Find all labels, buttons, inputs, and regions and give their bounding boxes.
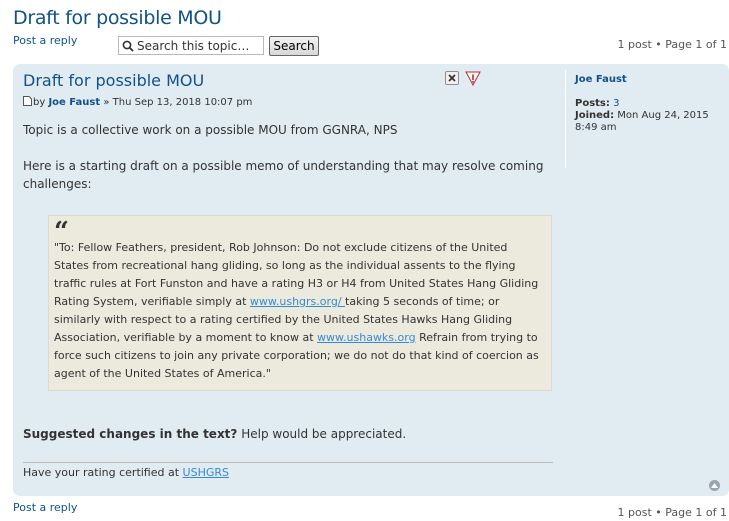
post-closing: Suggested changes in the text? Help woul… (23, 427, 406, 441)
back-to-top-icon (711, 483, 718, 488)
post-buttons (445, 71, 481, 87)
closing-text: Help would be appreciated. (237, 427, 407, 441)
profile-joined: Joined: Mon Aug 24, 2015 8:49 am (575, 110, 715, 134)
pagination-top: 1 post • Page 1 of 1 (0, 38, 729, 51)
post-title[interactable]: Draft for possible MOU (23, 71, 204, 90)
post-meta-by: by (33, 97, 46, 108)
post-icon[interactable] (23, 96, 32, 109)
warning-icon (465, 71, 481, 87)
profile-joined-label: Joined: (575, 110, 615, 121)
delete-button[interactable] (445, 71, 459, 85)
post-paragraph-2: Here is a starting draft on a possible m… (23, 159, 544, 191)
post-paragraph-1: Topic is a collective work on a possible… (23, 123, 398, 137)
quote-mark-icon: “ (54, 217, 69, 247)
profile-posts: Posts: 3 (575, 98, 715, 110)
profile-posts-value[interactable]: 3 (610, 98, 619, 109)
post-date: » Thu Sep 13, 2018 10:07 pm (100, 97, 253, 108)
topic-title[interactable]: Draft for possible MOU (13, 7, 222, 29)
profile-name[interactable]: Joe Faust (575, 74, 627, 85)
profile-posts-label: Posts: (575, 98, 610, 109)
signature-link[interactable]: USHGRS (183, 466, 229, 479)
profile-divider (565, 70, 566, 168)
signature-divider (23, 462, 553, 463)
closing-bold: Suggested changes in the text? (23, 427, 238, 441)
pagination-bottom: 1 post • Page 1 of 1 (0, 506, 729, 519)
signature: Have your rating certified at USHGRS (23, 466, 229, 479)
signature-text: Have your rating certified at (23, 466, 183, 479)
pagination-text-bottom: 1 post • Page 1 of 1 (617, 506, 727, 519)
quote-link-ushawks[interactable]: www.ushawks.org (317, 331, 416, 344)
post-author[interactable]: Joe Faust (48, 97, 100, 108)
pagination-text: 1 post • Page 1 of 1 (617, 38, 727, 51)
back-to-top-button[interactable] (709, 480, 720, 491)
post-meta: by Joe Faust » Thu Sep 13, 2018 10:07 pm (23, 96, 252, 109)
quote-link-ushgrs[interactable]: www.ushgrs.org/ (250, 295, 345, 308)
quote-block: “ "To: Fellow Feathers, president, Rob J… (48, 215, 552, 391)
report-button[interactable] (465, 71, 481, 87)
post: Draft for possible MOU by Joe Faust » Th… (13, 64, 729, 496)
post-content: Topic is a collective work on a possible… (23, 121, 553, 193)
delete-icon (448, 74, 456, 82)
post-profile: Joe Faust Posts: 3 Joined: Mon Aug 24, 2… (575, 74, 715, 134)
